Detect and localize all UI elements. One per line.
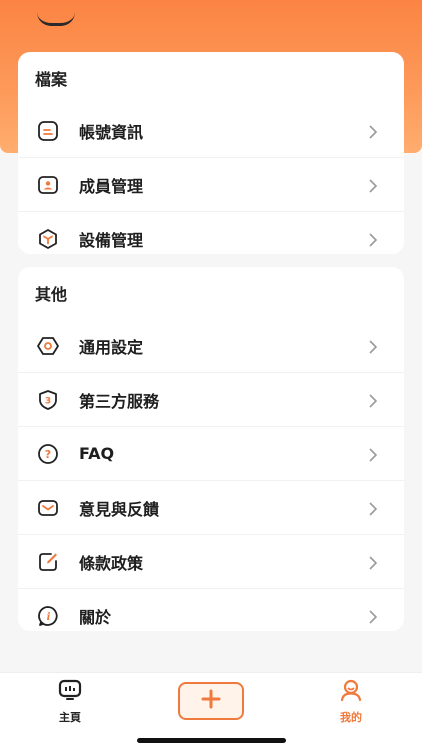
menu-item-label: 意見與反饋 [79,499,160,519]
section-title-other: 其他 [35,285,68,304]
plus-icon [201,689,221,713]
member-icon [36,173,60,197]
menu-item-label: FAQ [79,444,115,463]
section-title-files: 檔案 [35,70,68,89]
chevron-right-icon [368,609,378,624]
menu-item-general-settings[interactable]: 通用設定 [18,319,404,373]
menu-item-device-management[interactable]: 設備管理 [18,212,404,266]
settings-icon [36,334,60,358]
tab-home-label: 主頁 [59,711,81,724]
menu-item-account-info[interactable]: 帳號資訊 [18,104,404,158]
tab-mine-label: 我的 [340,711,362,724]
user-profile-icon [339,679,363,705]
account-info-icon [36,119,60,143]
chevron-right-icon [368,339,378,354]
chevron-right-icon [368,555,378,570]
chevron-right-icon [368,447,378,462]
home-dashboard-icon [58,679,82,705]
chevron-right-icon [368,393,378,408]
feedback-icon [36,496,60,520]
menu-item-terms-policy[interactable]: 條款政策 [18,535,404,589]
tab-mine[interactable]: 我的 [321,679,381,729]
svg-text:3: 3 [45,396,51,406]
chevron-right-icon [368,124,378,139]
about-icon: i [36,604,60,628]
menu-item-label: 關於 [79,608,112,627]
avatar[interactable] [37,12,75,26]
other-section-card: 其他 通用設定 3 第三方服務 ? FAQ 意見與反饋 條款政策 i 關於 [18,267,404,631]
files-section-card: 檔案 帳號資訊 成員管理 設備管理 [18,52,404,254]
menu-item-label: 通用設定 [79,337,144,357]
menu-item-faq[interactable]: ? FAQ [18,427,404,481]
third-party-icon: 3 [36,388,60,412]
menu-item-about[interactable]: i 關於 [18,589,404,643]
menu-item-label: 條款政策 [79,553,144,573]
svg-text:?: ? [45,448,51,461]
home-indicator [137,738,286,743]
menu-item-third-party-services[interactable]: 3 第三方服務 [18,373,404,427]
terms-icon [36,550,60,574]
menu-item-feedback[interactable]: 意見與反饋 [18,481,404,535]
device-icon [36,227,60,251]
tab-home[interactable]: 主頁 [40,679,100,729]
menu-item-label: 設備管理 [79,231,144,250]
menu-item-label: 第三方服務 [79,391,160,411]
faq-icon: ? [36,442,60,466]
menu-item-label: 帳號資訊 [79,122,144,142]
chevron-right-icon [368,178,378,193]
chevron-right-icon [368,232,378,247]
add-button[interactable] [178,682,244,720]
menu-item-label: 成員管理 [79,176,144,196]
svg-text:i: i [47,612,51,623]
chevron-right-icon [368,501,378,516]
menu-item-member-management[interactable]: 成員管理 [18,158,404,212]
